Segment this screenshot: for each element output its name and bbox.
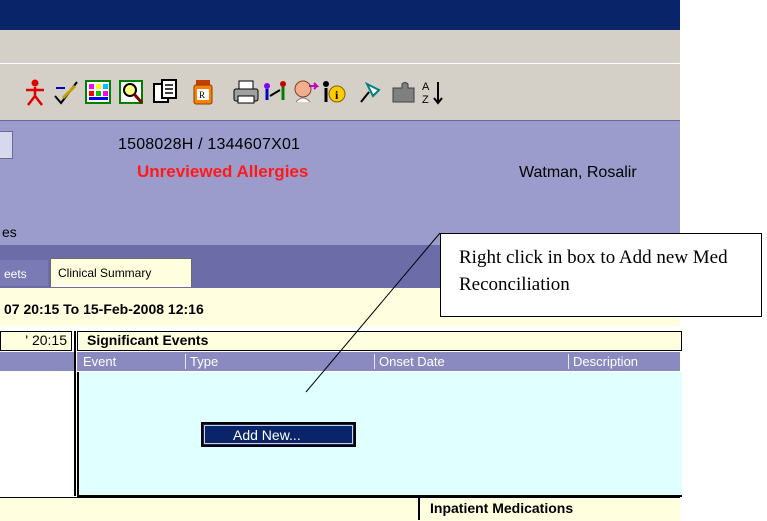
bottom-divider	[418, 497, 420, 520]
add-new-label: Add New...	[233, 427, 301, 443]
section-title: Significant Events	[87, 332, 209, 348]
column-header-row: Event Type Onset Date Description	[77, 352, 680, 371]
doctor-arrow-icon[interactable]	[293, 78, 319, 106]
time-fragment: ' 20:15	[25, 332, 67, 348]
magnifier-icon[interactable]	[119, 78, 145, 106]
people-link-icon[interactable]	[262, 78, 288, 106]
bottom-section-bar	[0, 497, 680, 521]
pen-check-icon[interactable]	[53, 78, 79, 106]
svg-text:Z: Z	[422, 94, 429, 106]
info-person-icon[interactable]: i	[320, 78, 346, 106]
svg-text:A: A	[422, 81, 430, 93]
column-divider[interactable]	[185, 354, 186, 369]
add-new-menu-item[interactable]: Add New...	[201, 422, 356, 447]
person-icon[interactable]	[22, 78, 48, 106]
banner-photo-frame	[0, 131, 13, 159]
significant-events-grid[interactable]	[77, 372, 682, 497]
puzzle-icon[interactable]	[390, 78, 416, 106]
toolbar: R i A Z	[0, 64, 680, 120]
column-divider[interactable]	[374, 354, 375, 369]
title-bar	[0, 0, 680, 30]
column-header-description[interactable]: Description	[573, 354, 638, 369]
grid-divider	[74, 331, 76, 496]
tab-label: eets	[4, 267, 27, 281]
date-range-text: 07 20:15 To 15-Feb-2008 12:16	[4, 301, 204, 317]
column-divider[interactable]	[568, 354, 569, 369]
instruction-callout: Right click in box to Add new Med Reconc…	[440, 233, 762, 317]
column-header-type[interactable]: Type	[190, 354, 218, 369]
patient-banner	[0, 120, 680, 246]
color-grid-icon[interactable]	[85, 78, 111, 106]
patient-name: Watman, Rosalir	[519, 164, 637, 181]
svg-text:R: R	[199, 90, 205, 100]
time-header-cell: ' 20:15	[0, 331, 72, 351]
tab-label: Clinical Summary	[58, 266, 152, 280]
pin-icon[interactable]	[357, 78, 383, 106]
left-column-body	[0, 372, 75, 495]
section-header-inpatient-medications: Inpatient Medications	[430, 500, 574, 516]
callout-text: Right click in box to Add new Med Reconc…	[459, 247, 728, 295]
printer-icon[interactable]	[233, 78, 259, 106]
tab-flowsheets[interactable]: eets	[0, 260, 48, 286]
rx-bottle-icon[interactable]: R	[190, 78, 216, 106]
sort-az-icon[interactable]: A Z	[421, 78, 447, 106]
section-header-significant-events: Significant Events	[77, 331, 682, 351]
tab-clinical-summary[interactable]: Clinical Summary	[50, 258, 192, 287]
left-column-header	[0, 352, 75, 371]
clipboard-icon[interactable]	[152, 78, 178, 106]
column-header-event[interactable]: Event	[83, 354, 116, 369]
menu-bar	[0, 30, 680, 64]
banner-label-fragment: es	[2, 224, 17, 240]
column-header-onset-date[interactable]: Onset Date	[379, 354, 445, 369]
patient-mrn: 1508028H / 1344607X01	[118, 136, 301, 153]
allergy-alert[interactable]: Unreviewed Allergies	[137, 162, 308, 182]
